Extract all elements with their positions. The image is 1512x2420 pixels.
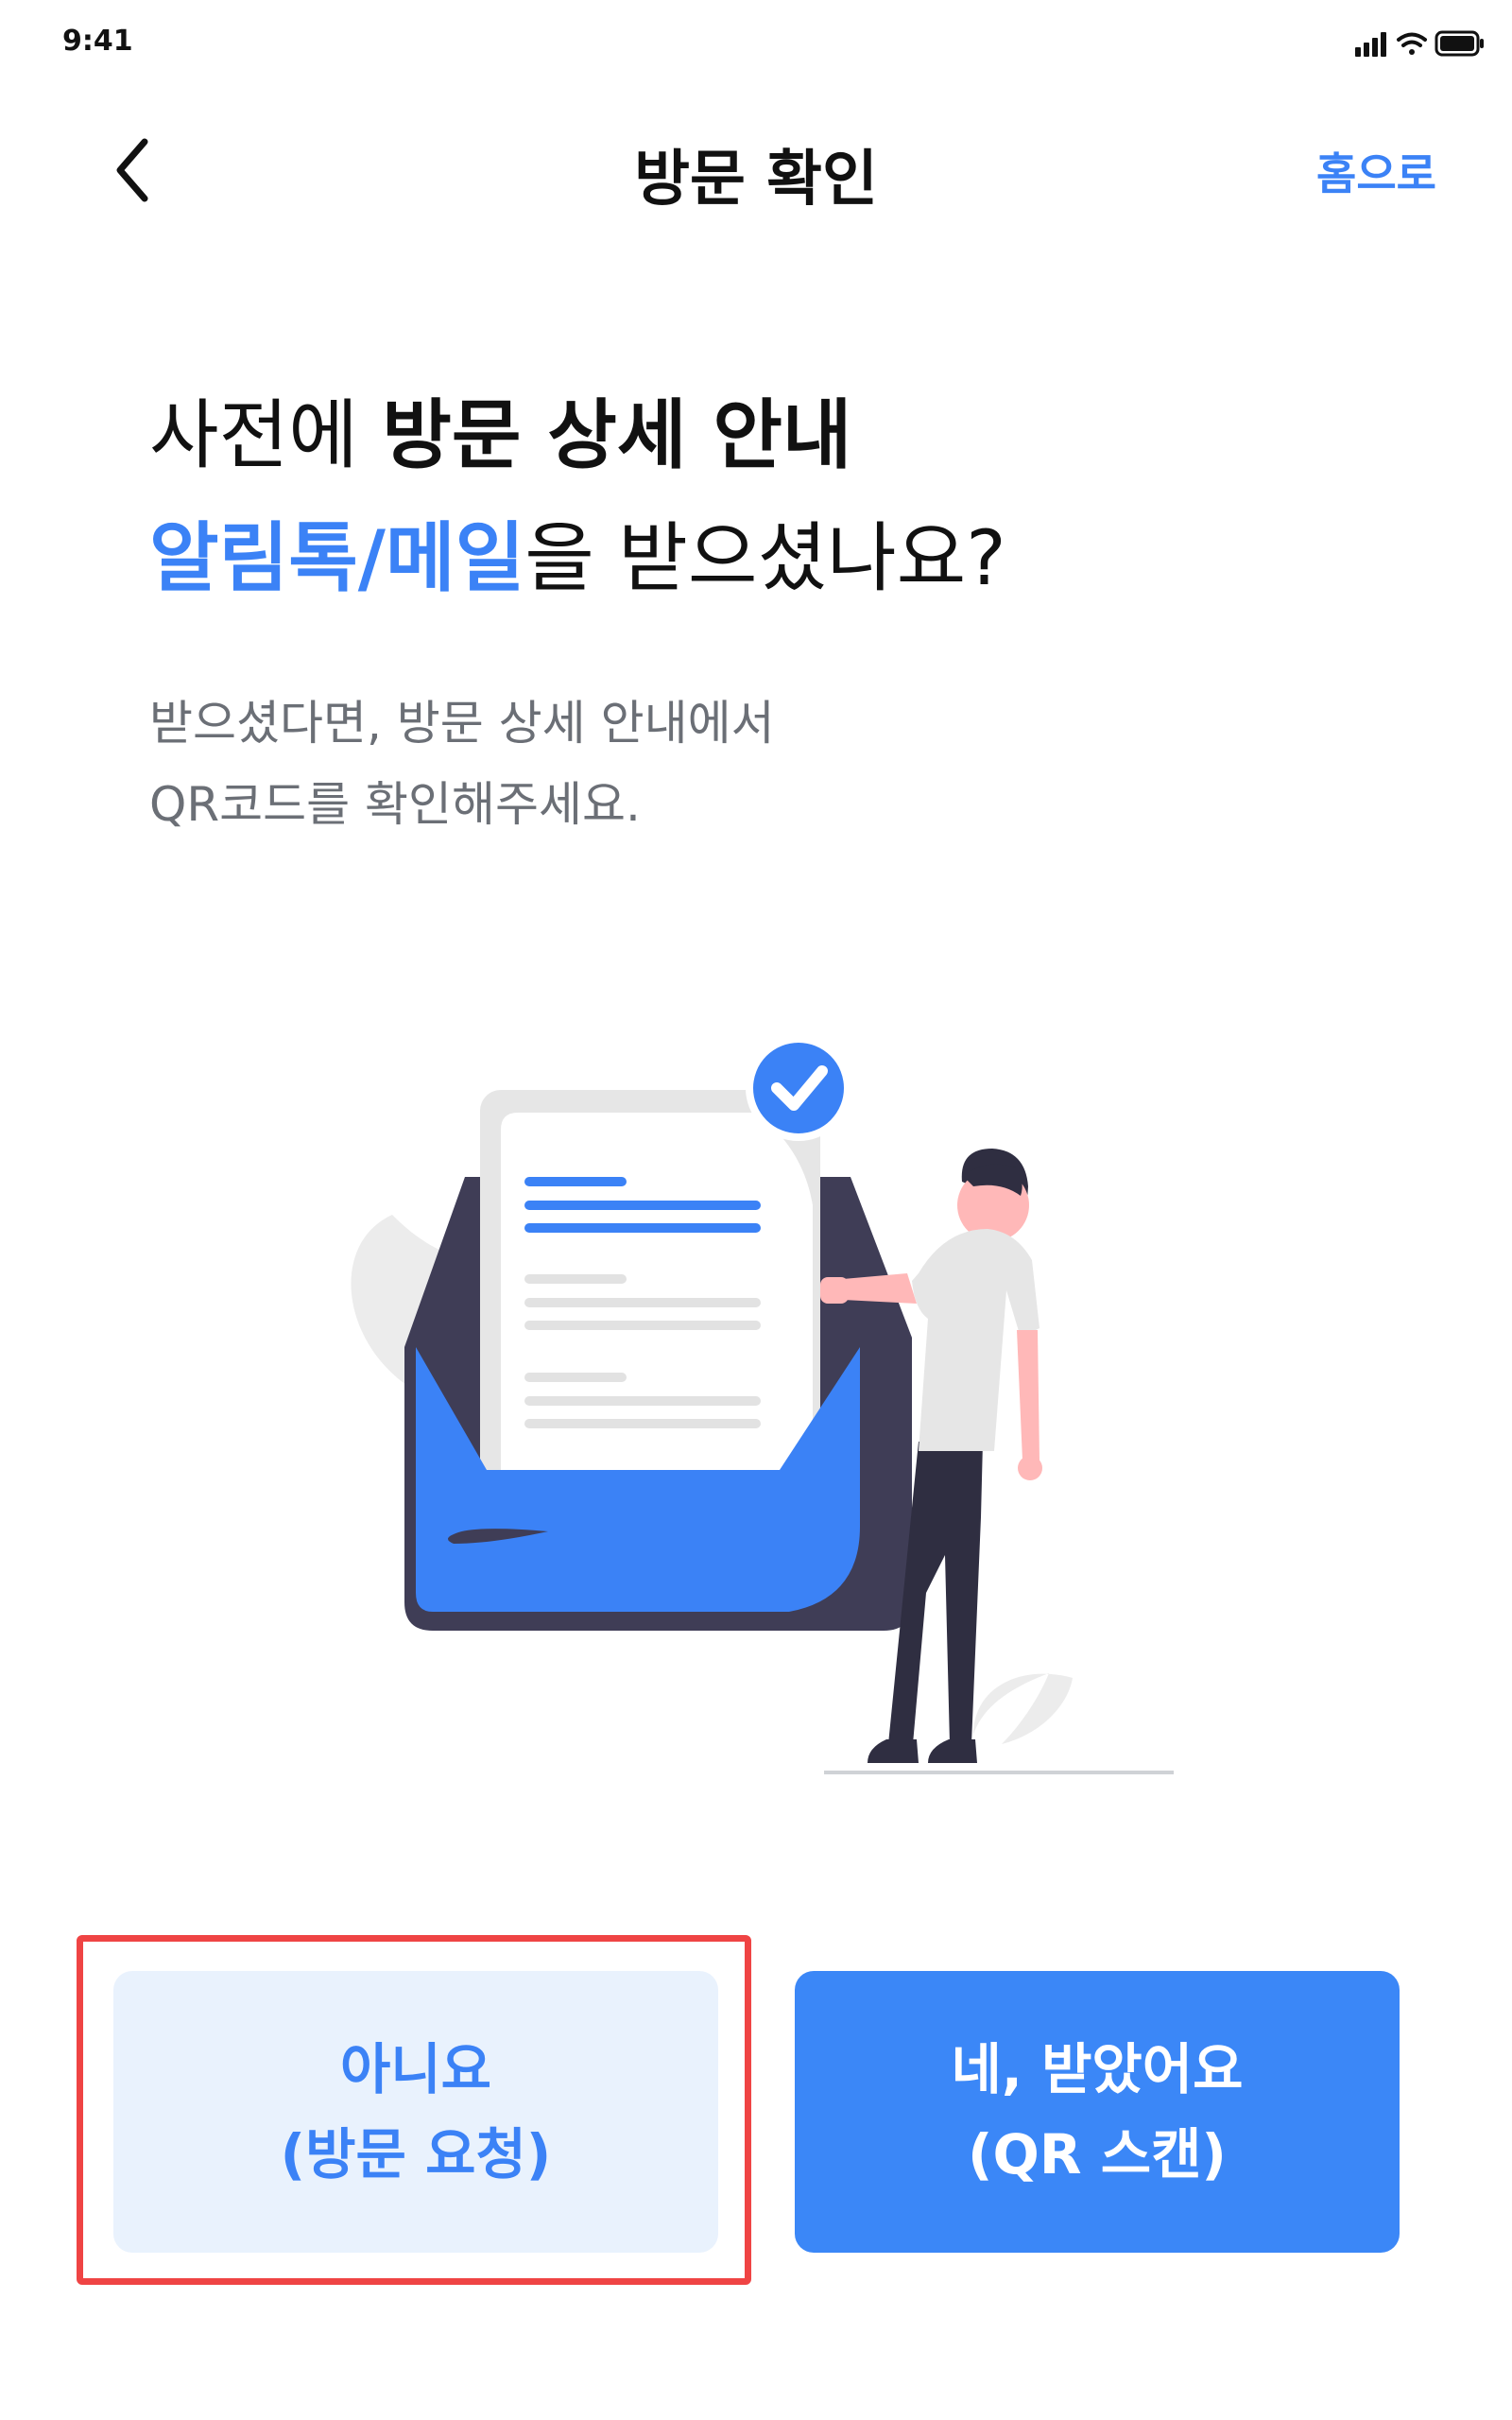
status-icons [1355, 30, 1484, 57]
subtext: 받으셨다면, 방문 상세 안내에서 QR코드를 확인해주세요. [149, 683, 1378, 845]
no-visit-request-button[interactable]: 아니요 (방문 요청) [113, 1971, 718, 2253]
yes-button-line-2: (QR 스캔) [968, 2122, 1227, 2187]
yes-qr-scan-button[interactable]: 네, 받았어요 (QR 스캔) [795, 1971, 1400, 2253]
headline-line-1: 사전에 방문 상세 안내 [149, 374, 1378, 497]
headline-line-2: 알림톡/메일을 받으셨나요? [149, 497, 1378, 620]
yes-button-line-1: 네, 받았어요 [951, 2037, 1244, 2101]
battery-icon [1435, 30, 1484, 57]
headline-bold: 방문 상세 안내 [382, 391, 852, 479]
headline-highlight: 알림톡/메일 [149, 514, 525, 602]
check-circle-icon [746, 1035, 851, 1141]
headline-normal: 사전에 [149, 391, 383, 479]
headline: 사전에 방문 상세 안내 알림톡/메일을 받으셨나요? [149, 374, 1378, 620]
subtext-line-1: 받으셨다면, 방문 상세 안내에서 [149, 696, 775, 751]
no-button-line-1: 아니요 [339, 2037, 492, 2101]
home-link[interactable]: 홈으로 [1257, 140, 1436, 202]
wifi-icon [1397, 32, 1427, 55]
illustration [351, 1035, 1174, 1774]
leaf-right [973, 1673, 1073, 1744]
headline-rest: 을 받으셨나요? [524, 514, 1006, 602]
signal-icon [1355, 32, 1386, 57]
subtext-line-2: QR코드를 확인해주세요. [149, 777, 641, 832]
no-button-line-2: (방문 요청) [280, 2122, 552, 2187]
status-time: 9:41 [62, 25, 133, 58]
